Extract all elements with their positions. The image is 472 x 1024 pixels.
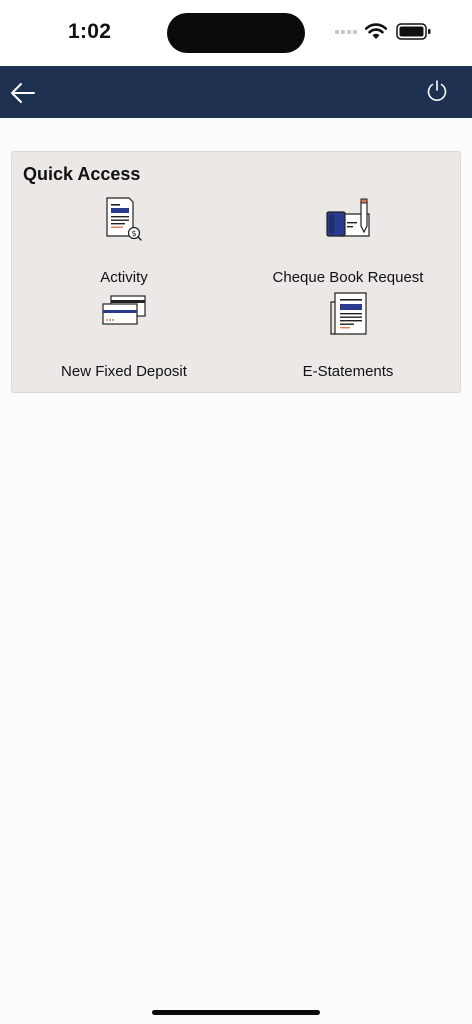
cheque-book-request-tile[interactable]: Cheque Book Request: [248, 196, 448, 286]
fixed-deposit-icon: [102, 295, 146, 325]
svg-text:$: $: [131, 229, 136, 238]
dynamic-island: [167, 13, 305, 53]
status-bar: 1:02: [0, 0, 472, 66]
new-fixed-deposit-label: New Fixed Deposit: [61, 363, 187, 380]
cheque-book-icon: [326, 198, 370, 237]
arrow-left-icon[interactable]: [8, 78, 38, 108]
activity-label: Activity: [100, 269, 148, 286]
quick-access-card: Quick Access $ Activity Cheque Book Requ…: [11, 151, 461, 393]
cheque-book-request-label: Cheque Book Request: [272, 269, 424, 286]
app-header: [0, 66, 472, 118]
activity-icon: $: [106, 197, 142, 241]
wifi-icon: [364, 23, 388, 39]
signal-icon: [335, 30, 357, 34]
e-statements-label: E-Statements: [302, 363, 394, 380]
power-icon[interactable]: [424, 78, 450, 104]
e-statements-tile[interactable]: E-Statements: [248, 290, 448, 380]
status-time: 1:02: [68, 20, 112, 43]
activity-tile[interactable]: $ Activity: [24, 196, 224, 286]
new-fixed-deposit-tile[interactable]: New Fixed Deposit: [24, 290, 224, 380]
battery-icon: [396, 23, 431, 40]
quick-access-title: Quick Access: [23, 164, 141, 184]
e-statements-icon: [330, 292, 367, 335]
home-indicator[interactable]: [152, 1010, 320, 1015]
